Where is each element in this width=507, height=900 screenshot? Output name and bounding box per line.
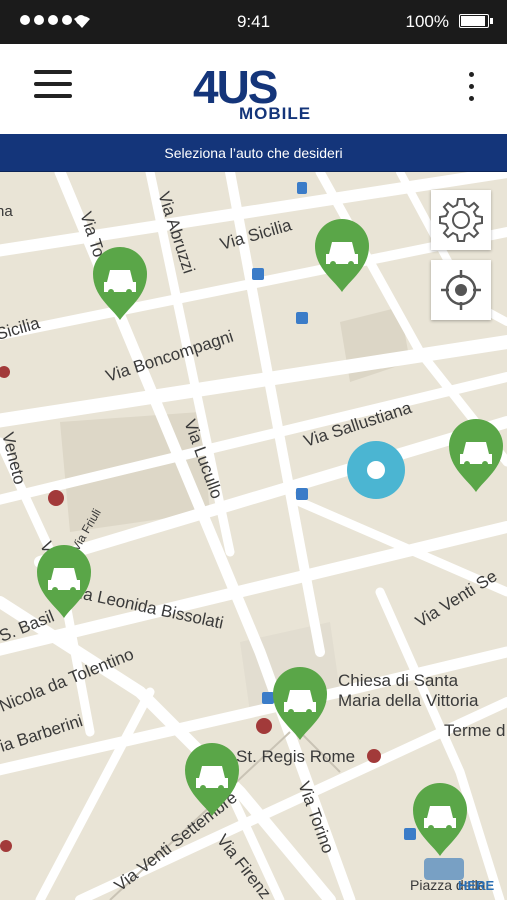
battery-icon (459, 14, 493, 28)
app-bar: 4US MOBILE (0, 44, 507, 134)
more-vertical-icon (468, 72, 474, 77)
map-view[interactable]: Via Sicilia Via Abruzzi Via To Sicilia V… (0, 172, 507, 900)
crosshair-icon (441, 270, 481, 310)
menu-button[interactable] (34, 70, 72, 102)
more-menu-button[interactable] (459, 72, 483, 106)
locate-me-button[interactable] (431, 260, 491, 320)
logo-sub: MOBILE (239, 104, 311, 121)
gear-icon (439, 198, 483, 242)
map-settings-button[interactable] (431, 190, 491, 250)
map-label: Chiesa di Santa (338, 671, 459, 690)
status-bar: 9:41 100% (0, 0, 507, 44)
app-logo: 4US MOBILE (193, 61, 311, 121)
hamburger-icon (34, 70, 72, 74)
instruction-banner: Seleziona l’auto che desideri (0, 134, 507, 172)
battery-percent: 100% (405, 12, 449, 31)
map-label: Maria della Vittoria (338, 691, 479, 710)
map-copyright: HERE (458, 878, 494, 893)
map-label: Terme d (444, 721, 505, 740)
user-location-marker (347, 441, 405, 499)
map-label: na (0, 203, 13, 220)
